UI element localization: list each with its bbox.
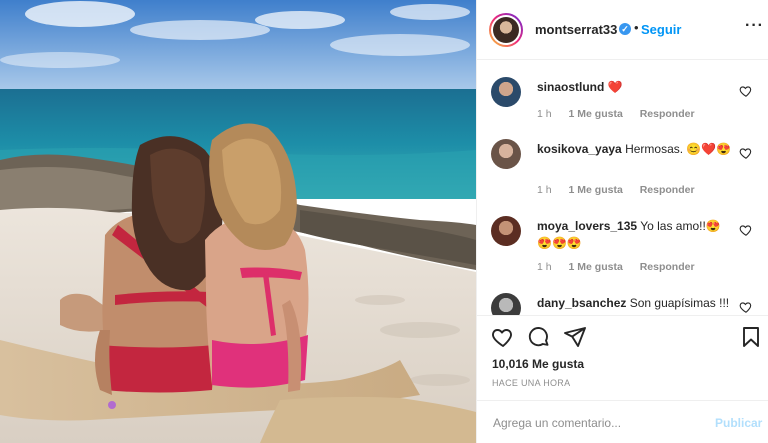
comment-input[interactable] [491, 412, 695, 434]
post-actions: 10,016 Me gusta HACE UNA HORA [477, 315, 768, 388]
comment-text-block: sinaostlund ❤️ [537, 79, 733, 96]
comment-body: Son guapísimas !!! [629, 296, 730, 310]
commenter-avatar[interactable] [491, 216, 521, 246]
comment-bubble-icon[interactable] [527, 325, 551, 349]
post-side-panel: montserrat33 ✓ • Seguir ··· sinaostlund … [476, 0, 768, 443]
comment-text-block: kosikova_yaya Hermosas. 😊❤️😍 [537, 141, 733, 158]
action-icons-row [491, 325, 761, 349]
author-username[interactable]: montserrat33 [535, 22, 617, 37]
commenter-avatar[interactable] [491, 293, 521, 315]
comment-likes[interactable]: 1 Me gusta [569, 108, 623, 120]
post-timestamp[interactable]: HACE UNA HORA [492, 378, 570, 388]
comment-text-block: moya_lovers_135 Yo las amo!!😍😍😍😍 [537, 218, 733, 252]
author-avatar[interactable] [489, 13, 523, 47]
commenter-avatar[interactable] [491, 77, 521, 107]
comment-username[interactable]: kosikova_yaya [537, 142, 622, 156]
header-separator: • [634, 20, 639, 35]
verified-badge-icon: ✓ [619, 23, 631, 35]
reply-button[interactable]: Responder [640, 108, 695, 120]
follow-button[interactable]: Seguir [641, 22, 681, 37]
comment-body: Hermosas. 😊❤️😍 [625, 142, 732, 156]
post-header: montserrat33 ✓ • Seguir ··· [477, 0, 768, 60]
comment-meta: 1 h 1 Me gusta Responder [537, 261, 709, 273]
paper-plane-icon[interactable] [563, 325, 587, 349]
comment-age: 1 h [537, 261, 552, 273]
add-comment-bar: Publicar [477, 400, 768, 443]
heart-icon[interactable] [739, 84, 753, 98]
comment-body: ❤️ [607, 80, 623, 94]
heart-icon[interactable] [739, 223, 753, 237]
comment-age: 1 h [537, 184, 552, 196]
instagram-post: montserrat33 ✓ • Seguir ··· sinaostlund … [0, 0, 768, 443]
heart-icon[interactable] [739, 300, 753, 314]
comment-meta: 1 h 1 Me gusta Responder [537, 108, 709, 120]
post-photo[interactable] [0, 0, 476, 443]
publish-button[interactable]: Publicar [715, 416, 762, 430]
reply-button[interactable]: Responder [640, 184, 695, 196]
comments-list[interactable]: sinaostlund ❤️ 1 h 1 Me gusta Responder … [477, 61, 768, 315]
comment-text-block: dany_bsanchez Son guapísimas !!! [537, 295, 733, 312]
comment-meta: 1 h 1 Me gusta Responder [537, 184, 709, 196]
likes-count[interactable]: 10,016 Me gusta [492, 357, 584, 371]
comment-age: 1 h [537, 108, 552, 120]
reply-button[interactable]: Responder [640, 261, 695, 273]
heart-icon[interactable] [491, 325, 515, 349]
bookmark-icon[interactable] [739, 325, 763, 349]
commenter-avatar[interactable] [491, 139, 521, 169]
heart-icon[interactable] [739, 146, 753, 160]
comment-username[interactable]: sinaostlund [537, 80, 604, 94]
more-options-icon[interactable]: ··· [745, 17, 764, 35]
comment-username[interactable]: dany_bsanchez [537, 296, 626, 310]
comment-username[interactable]: moya_lovers_135 [537, 219, 637, 233]
comment-likes[interactable]: 1 Me gusta [569, 261, 623, 273]
comment-likes[interactable]: 1 Me gusta [569, 184, 623, 196]
